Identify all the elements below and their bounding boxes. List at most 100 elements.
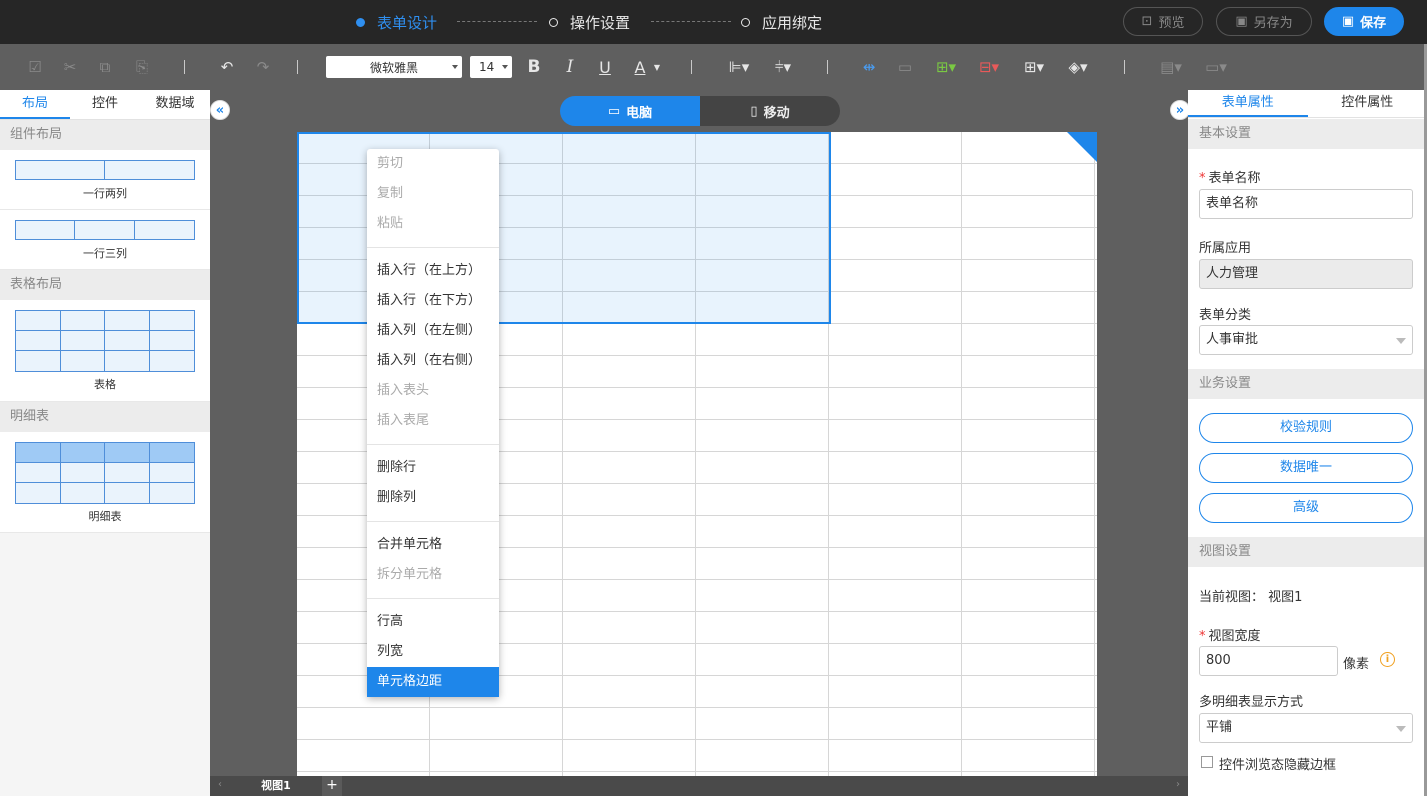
design-area: « » ▭ 电脑 ▯ 移动 [210,90,1190,796]
device-mobile-button[interactable]: ▯ 移动 [700,96,840,126]
menu-paste[interactable]: 粘贴 [367,209,499,239]
undo-icon[interactable]: ↶ [218,57,236,77]
category-select[interactable]: 人事审批 [1199,325,1413,355]
layout-two-columns[interactable]: 一行两列 [0,150,210,210]
info-icon[interactable]: i [1380,652,1395,667]
insert-row-icon[interactable]: ⊞▾ [930,57,962,77]
menu-col-width[interactable]: 列宽 [367,637,499,667]
step-form-design[interactable]: 表单设计 [356,0,437,44]
bold-button[interactable]: B [524,57,544,77]
step-app-binding[interactable]: 应用绑定 [741,0,822,44]
collapse-right-icon[interactable]: » [1170,100,1190,120]
scroll-right-icon[interactable]: › [1176,779,1180,790]
control-icon[interactable]: ▭▾ [1202,57,1230,77]
app-input: 人力管理 [1199,259,1413,289]
hide-border-checkbox[interactable] [1201,756,1213,768]
detail-table-preview [15,442,195,504]
chevron-down-icon [452,65,458,69]
menu-row-height[interactable]: 行高 [367,607,499,637]
layout-detail-table[interactable]: 明细表 [0,432,210,533]
section-detail-table: 明细表 [0,402,210,432]
step-connector [457,21,537,22]
chevron-down-icon [1396,726,1406,732]
font-color-button[interactable]: A [630,57,650,77]
toolbar-divider [297,60,298,74]
redo-icon[interactable]: ↷ [254,57,272,77]
step-dot-icon [741,17,750,27]
advanced-button[interactable]: 高级 [1199,493,1413,523]
validation-rules-button[interactable]: 校验规则 [1199,413,1413,443]
menu-insert-col-right[interactable]: 插入列（在右侧） [367,346,499,376]
two-column-preview [15,160,195,180]
check-icon[interactable]: ☑ [26,57,44,77]
menu-insert-row-below[interactable]: 插入行（在下方） [367,286,499,316]
border-icon[interactable]: ⊞▾ [1020,57,1048,77]
fill-color-icon[interactable]: ◈▾ [1062,57,1094,77]
chevron-down-icon[interactable]: ▼ [652,57,662,77]
table-preview [15,310,195,372]
add-view-icon[interactable]: + [322,776,342,796]
layout-item-label: 表格 [94,378,116,391]
multi-detail-select[interactable]: 平铺 [1199,713,1413,743]
split-cells-icon[interactable]: ▭ [894,57,916,77]
align-middle-icon[interactable]: ⫩▾ [768,57,798,77]
app-label: 所属应用 [1199,241,1252,256]
menu-insert-row-above[interactable]: 插入行（在上方） [367,256,499,286]
menu-cell-padding[interactable]: 单元格边距 [367,667,499,697]
device-pc-button[interactable]: ▭ 电脑 [560,96,700,126]
toolbar-divider [184,60,185,74]
italic-button[interactable]: I [561,57,579,77]
menu-merge-cells[interactable]: 合并单元格 [367,530,499,560]
menu-cut[interactable]: 剪切 [367,149,499,179]
section-view-settings: 视图设置 [1188,537,1424,567]
save-as-button[interactable]: ▣ 另存为 [1216,7,1312,36]
preview-icon: ⊡ [1141,14,1153,29]
three-column-preview [15,220,195,240]
tab-form-properties[interactable]: 表单属性 [1188,90,1308,117]
monitor-icon: ▭ [607,103,621,119]
menu-insert-header[interactable]: 插入表头 [367,376,499,406]
menu-insert-footer[interactable]: 插入表尾 [367,406,499,436]
scroll-left-icon[interactable]: ‹ [218,779,222,790]
chevron-down-icon [1396,338,1406,344]
layout-table[interactable]: 表格 [0,300,210,402]
view-width-input[interactable]: 800 [1199,646,1338,676]
step-operation-settings[interactable]: 操作设置 [549,0,630,44]
chevron-down-icon [502,65,508,69]
delete-row-icon[interactable]: ⊟▾ [973,57,1005,77]
layout-item-label: 一行三列 [83,247,127,260]
section-component-layout: 组件布局 [0,120,210,150]
step-dot-icon [549,17,558,27]
menu-delete-col[interactable]: 删除列 [367,483,499,513]
merge-cells-icon[interactable]: ⇹ [858,57,880,77]
step-dot-icon [356,17,365,27]
font-family-select[interactable]: 微软雅黑 [326,56,462,78]
collapse-left-icon[interactable]: « [210,100,230,120]
layout-three-columns[interactable]: 一行三列 [0,210,210,270]
align-left-icon[interactable]: ⊫▾ [724,57,754,77]
menu-insert-col-left[interactable]: 插入列（在左侧） [367,316,499,346]
underline-button[interactable]: U [596,57,614,77]
paste-icon[interactable]: ⎘ [133,57,151,77]
tab-controls[interactable]: 控件 [70,90,140,119]
hide-border-label: 控件浏览态隐藏边框 [1219,758,1337,773]
form-name-input[interactable]: 表单名称 [1199,189,1413,219]
copy-icon[interactable]: ⧉ [96,57,114,77]
menu-split-cells[interactable]: 拆分单元格 [367,560,499,590]
save-button[interactable]: ▣ 保存 [1324,7,1404,36]
tab-data-domain[interactable]: 数据域 [140,90,210,119]
top-bar: 表单设计 操作设置 应用绑定 ⊡ 预览 ▣ 另存为 ▣ 保存 [0,0,1427,44]
view-tab-1[interactable]: 视图1 [230,776,322,796]
menu-copy[interactable]: 复制 [367,179,499,209]
toolbar-divider [827,60,828,74]
preview-button[interactable]: ⊡ 预览 [1123,7,1203,36]
tab-control-properties[interactable]: 控件属性 [1308,90,1427,117]
table-icon[interactable]: ▤▾ [1157,57,1185,77]
section-table-layout: 表格布局 [0,270,210,300]
data-unique-button[interactable]: 数据唯一 [1199,453,1413,483]
menu-delete-row[interactable]: 删除行 [367,453,499,483]
cut-icon[interactable]: ✂ [61,57,79,77]
tab-layout[interactable]: 布局 [0,90,70,119]
font-size-select[interactable]: 14 [470,56,512,78]
current-view-label: 当前视图： 视图1 [1199,590,1303,605]
